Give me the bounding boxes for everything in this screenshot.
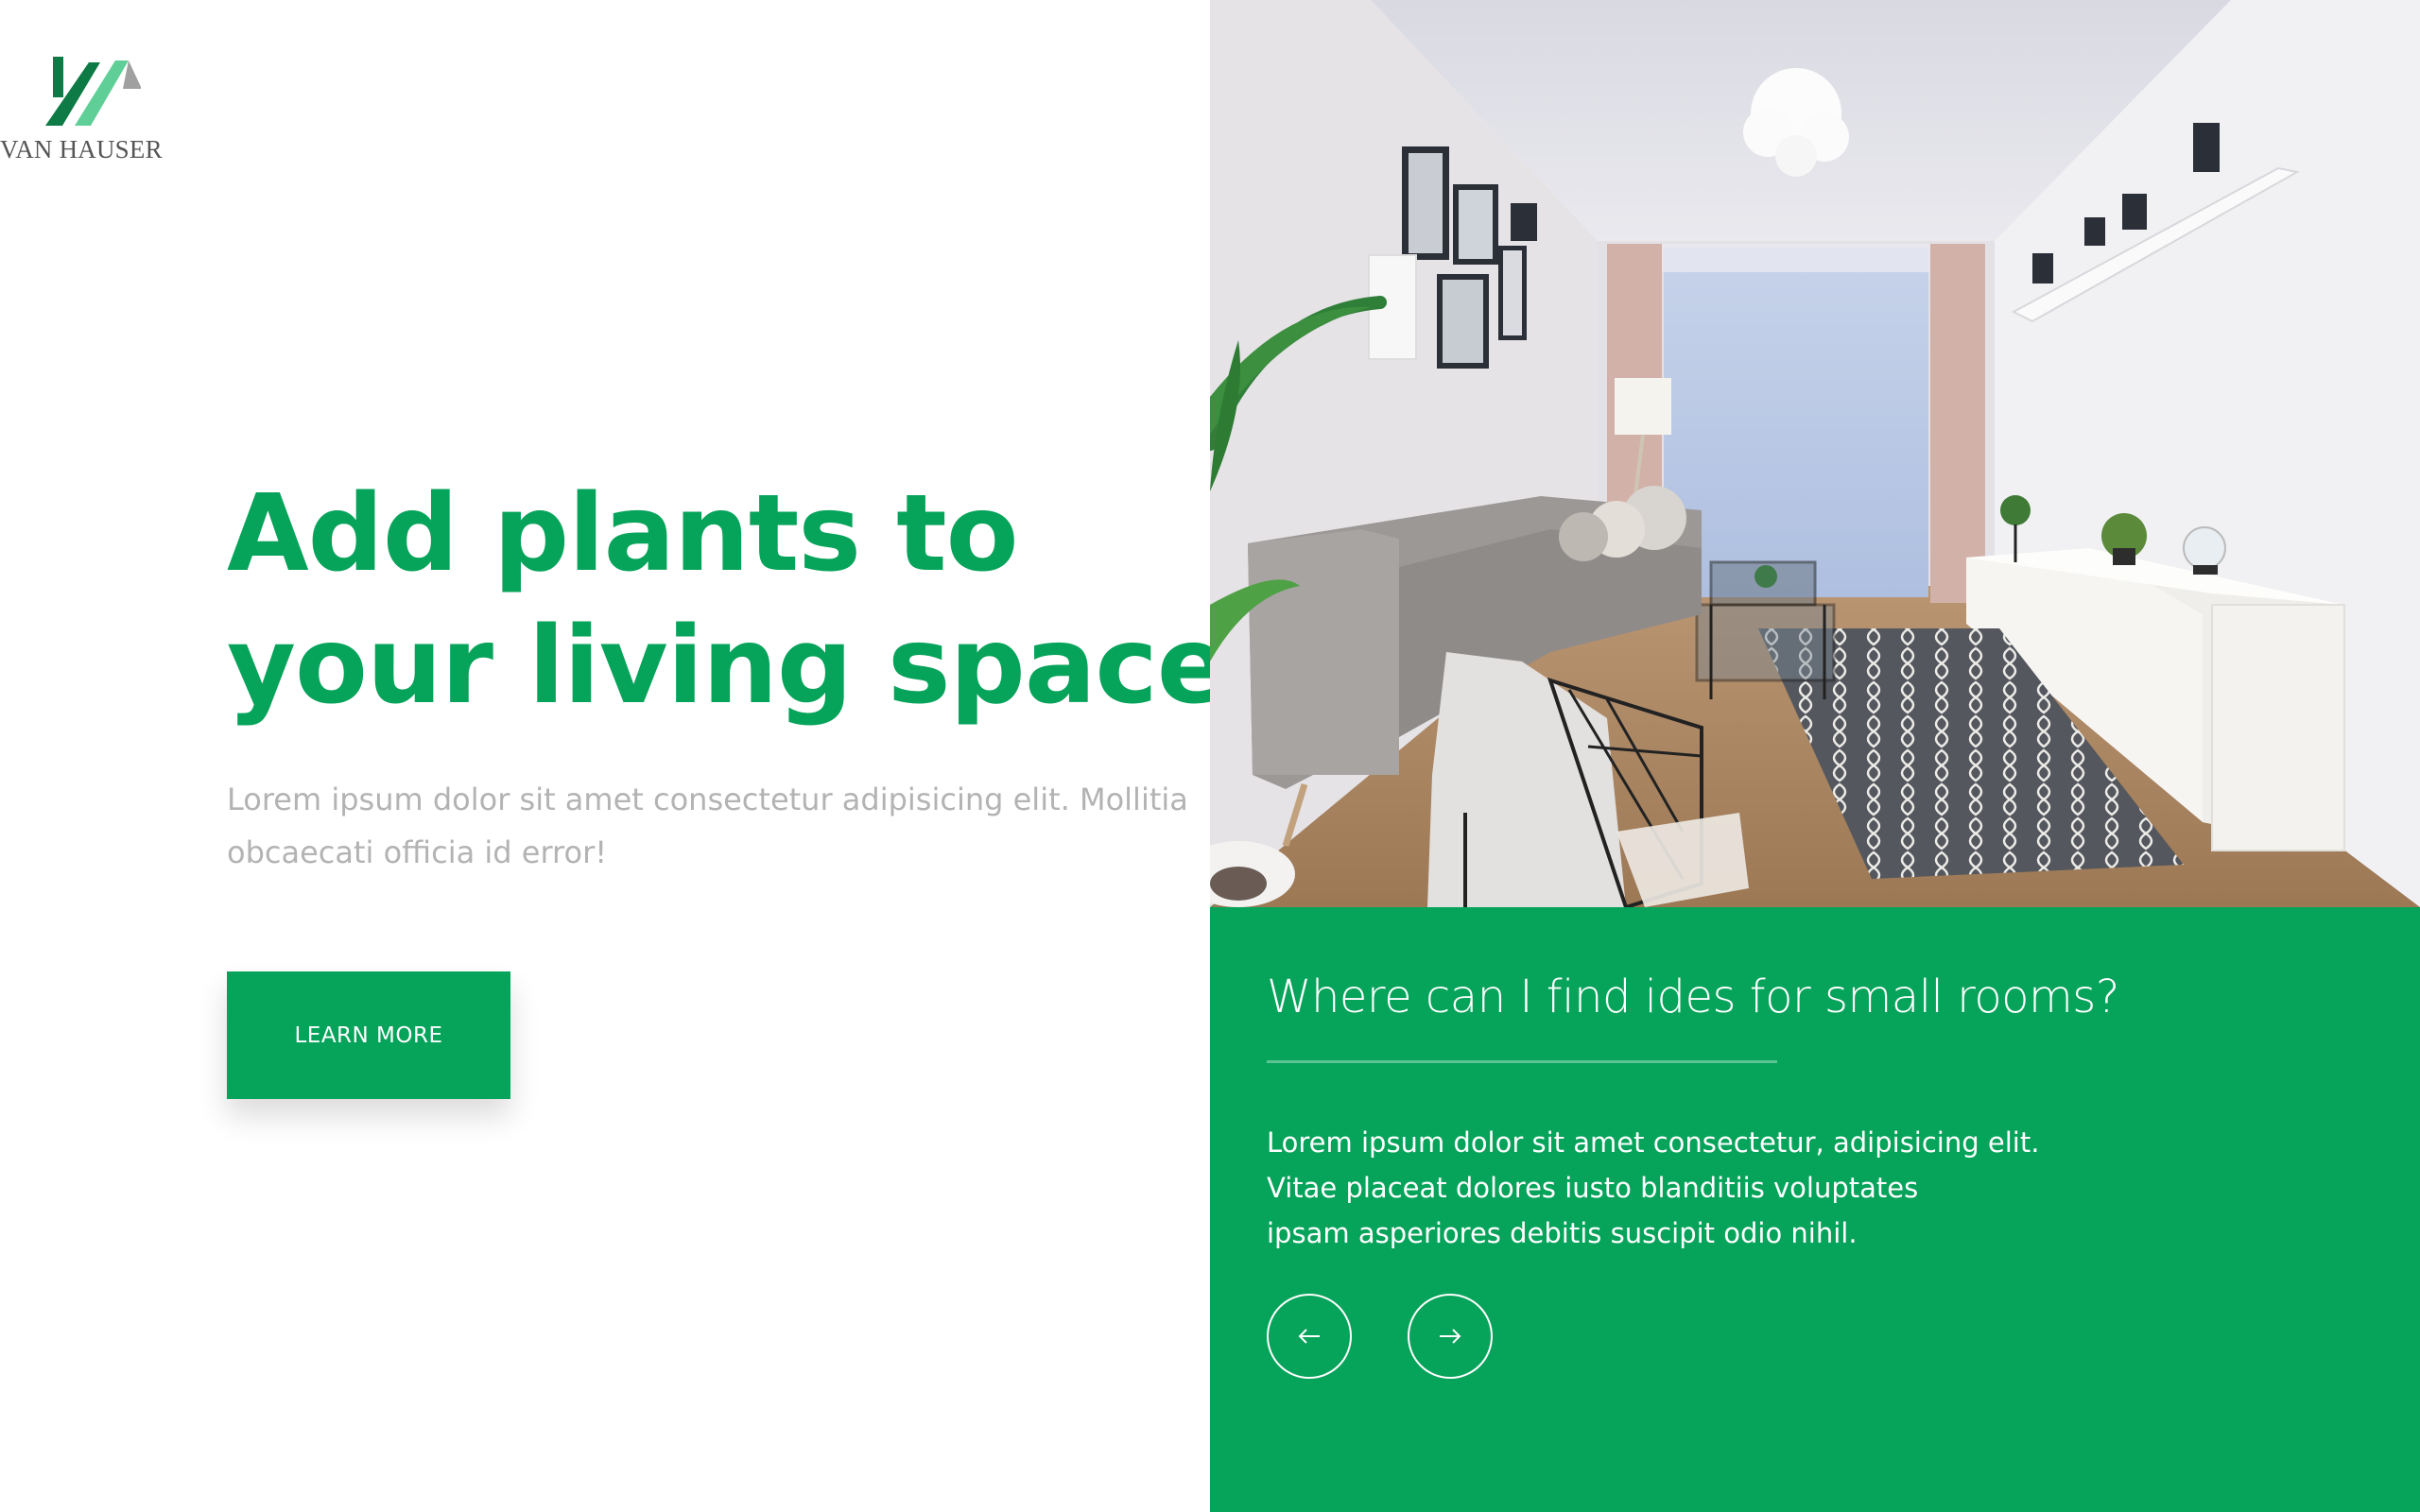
next-slide-button[interactable] <box>1408 1294 1493 1379</box>
feature-card-body: Lorem ipsum dolor sit amet consectetur, … <box>1267 1120 2354 1256</box>
left-panel: VAN HAUSER Add plants to your living spa… <box>0 0 1229 1512</box>
feature-card: Where can I find ides for small rooms? L… <box>1210 907 2420 1512</box>
hero-title: Add plants to your living space <box>227 468 1229 732</box>
hero-description-line: Lorem ipsum dolor sit amet consectetur a… <box>227 782 1188 817</box>
brand-logo-icon <box>45 57 141 126</box>
brand-name: VAN HAUSER <box>0 135 163 163</box>
right-panel: Where can I find ides for small rooms? L… <box>1210 0 2420 1512</box>
feature-card-body-line: Vitae placeat dolores iusto blanditiis v… <box>1267 1172 1919 1204</box>
brand-logo[interactable]: VAN HAUSER <box>0 55 163 168</box>
feature-card-body-line: Lorem ipsum dolor sit amet consectetur, … <box>1267 1126 2040 1159</box>
hero-title-line: your living space <box>227 605 1229 728</box>
hero-description-line: obcaecati officia id error! <box>227 834 608 870</box>
hero-title-line: Add plants to <box>227 472 1019 595</box>
arrow-left-icon <box>1298 1329 1320 1344</box>
learn-more-button[interactable]: LEARN MORE <box>227 971 510 1099</box>
feature-card-divider <box>1267 1060 1777 1063</box>
feature-card-question: Where can I find ides for small rooms? <box>1267 971 2119 1023</box>
previous-slide-button[interactable] <box>1267 1294 1352 1379</box>
hero-description: Lorem ipsum dolor sit amet consectetur a… <box>227 773 1188 879</box>
living-room-photo <box>1210 0 2420 907</box>
feature-card-body-line: ipsam asperiores debitis suscipit odio n… <box>1267 1217 1858 1249</box>
arrow-right-icon <box>1440 1329 1461 1344</box>
